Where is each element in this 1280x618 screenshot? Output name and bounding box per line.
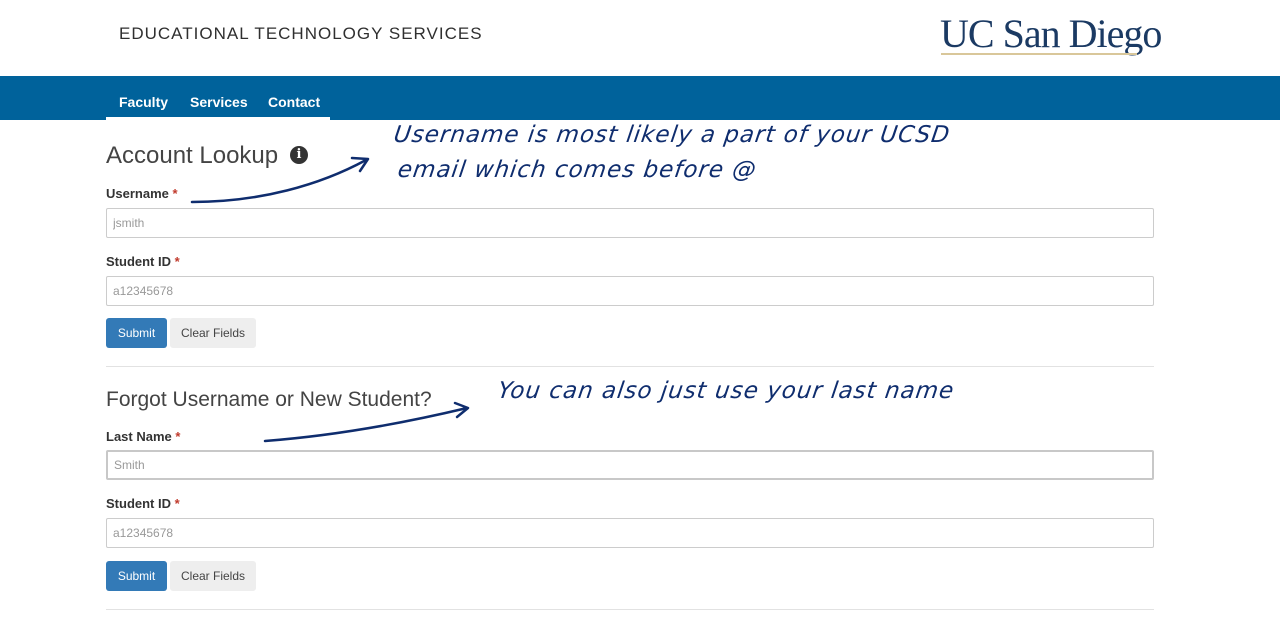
arrow-to-username xyxy=(190,158,368,204)
arrow-to-lastname xyxy=(263,406,469,443)
annotation-arrows xyxy=(190,156,470,443)
